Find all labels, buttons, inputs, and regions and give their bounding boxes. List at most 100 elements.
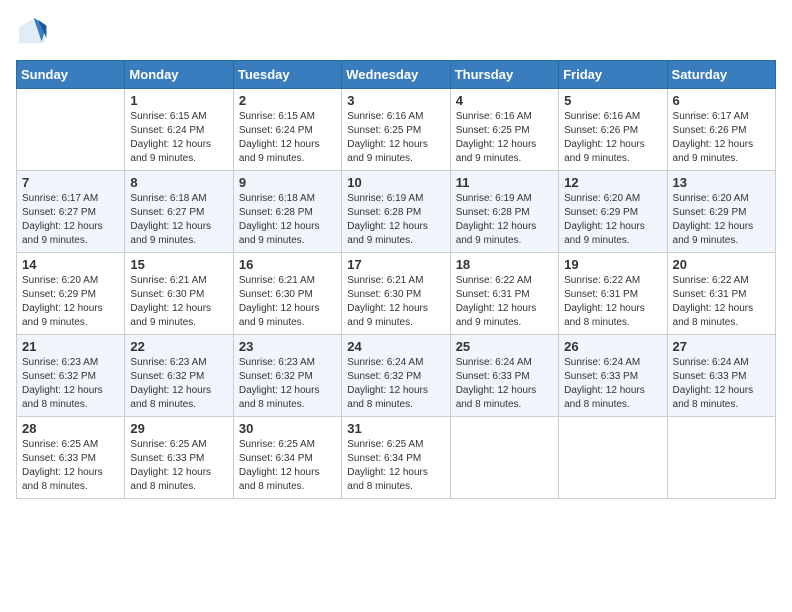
day-number: 11 — [456, 175, 553, 190]
calendar-cell: 30 Sunrise: 6:25 AMSunset: 6:34 PMDayligh… — [233, 417, 341, 499]
calendar-cell: 3 Sunrise: 6:16 AMSunset: 6:25 PMDaylight… — [342, 89, 450, 171]
header-day-tuesday: Tuesday — [233, 61, 341, 89]
calendar-table: SundayMondayTuesdayWednesdayThursdayFrid… — [16, 60, 776, 499]
calendar-cell: 1 Sunrise: 6:15 AMSunset: 6:24 PMDaylight… — [125, 89, 233, 171]
calendar-cell: 11 Sunrise: 6:19 AMSunset: 6:28 PMDayligh… — [450, 171, 558, 253]
calendar-cell: 5 Sunrise: 6:16 AMSunset: 6:26 PMDaylight… — [559, 89, 667, 171]
day-number: 27 — [673, 339, 770, 354]
calendar-cell: 13 Sunrise: 6:20 AMSunset: 6:29 PMDayligh… — [667, 171, 775, 253]
calendar-cell: 8Sunrise: 6:18 AMSunset: 6:27 PMDaylight… — [125, 171, 233, 253]
day-info: Sunrise: 6:22 AMSunset: 6:31 PMDaylight:… — [564, 274, 661, 330]
day-number: 6 — [673, 93, 770, 108]
day-number: 13 — [673, 175, 770, 190]
day-info: Sunrise: 6:24 AMSunset: 6:33 PMDaylight:… — [673, 356, 770, 412]
page-header — [16, 16, 776, 48]
header-day-thursday: Thursday — [450, 61, 558, 89]
calendar-cell — [559, 417, 667, 499]
week-row-5: 28 Sunrise: 6:25 AMSunset: 6:33 PMDayligh… — [17, 417, 776, 499]
calendar-cell: 24 Sunrise: 6:24 AMSunset: 6:32 PMDayligh… — [342, 335, 450, 417]
calendar-cell: 21Sunrise: 6:23 AMSunset: 6:32 PMDayligh… — [17, 335, 125, 417]
header-day-wednesday: Wednesday — [342, 61, 450, 89]
day-info: Sunrise: 6:18 AMSunset: 6:28 PMDaylight:… — [239, 192, 336, 248]
day-number: 14 — [22, 257, 119, 272]
day-number: 8 — [130, 175, 227, 190]
day-number: 17 — [347, 257, 444, 272]
calendar-cell — [450, 417, 558, 499]
calendar-cell: 19 Sunrise: 6:22 AMSunset: 6:31 PMDayligh… — [559, 253, 667, 335]
day-info: Sunrise: 6:20 AMSunset: 6:29 PMDaylight:… — [22, 274, 119, 330]
day-info: Sunrise: 6:24 AMSunset: 6:32 PMDaylight:… — [347, 356, 444, 412]
calendar-cell: 4 Sunrise: 6:16 AMSunset: 6:25 PMDaylight… — [450, 89, 558, 171]
week-row-4: 21Sunrise: 6:23 AMSunset: 6:32 PMDayligh… — [17, 335, 776, 417]
day-info: Sunrise: 6:24 AMSunset: 6:33 PMDaylight:… — [456, 356, 553, 412]
day-number: 23 — [239, 339, 336, 354]
day-number: 9 — [239, 175, 336, 190]
week-row-3: 14 Sunrise: 6:20 AMSunset: 6:29 PMDayligh… — [17, 253, 776, 335]
day-number: 15 — [130, 257, 227, 272]
calendar-cell: 17 Sunrise: 6:21 AMSunset: 6:30 PMDayligh… — [342, 253, 450, 335]
day-number: 10 — [347, 175, 444, 190]
logo — [16, 16, 52, 48]
calendar-cell: 28 Sunrise: 6:25 AMSunset: 6:33 PMDayligh… — [17, 417, 125, 499]
header-row: SundayMondayTuesdayWednesdayThursdayFrid… — [17, 61, 776, 89]
day-number: 22 — [130, 339, 227, 354]
header-day-monday: Monday — [125, 61, 233, 89]
day-number: 5 — [564, 93, 661, 108]
day-info: Sunrise: 6:22 AMSunset: 6:31 PMDaylight:… — [456, 274, 553, 330]
day-info: Sunrise: 6:25 AMSunset: 6:33 PMDaylight:… — [22, 438, 119, 494]
day-number: 7 — [22, 175, 119, 190]
calendar-cell: 20 Sunrise: 6:22 AMSunset: 6:31 PMDayligh… — [667, 253, 775, 335]
day-number: 4 — [456, 93, 553, 108]
header-day-sunday: Sunday — [17, 61, 125, 89]
calendar-cell: 14 Sunrise: 6:20 AMSunset: 6:29 PMDayligh… — [17, 253, 125, 335]
calendar-cell: 26 Sunrise: 6:24 AMSunset: 6:33 PMDayligh… — [559, 335, 667, 417]
day-number: 12 — [564, 175, 661, 190]
day-info: Sunrise: 6:19 AMSunset: 6:28 PMDaylight:… — [347, 192, 444, 248]
day-info: Sunrise: 6:15 AMSunset: 6:24 PMDaylight:… — [130, 110, 227, 166]
day-info: Sunrise: 6:16 AMSunset: 6:26 PMDaylight:… — [564, 110, 661, 166]
calendar-cell: 16Sunrise: 6:21 AMSunset: 6:30 PMDayligh… — [233, 253, 341, 335]
day-number: 20 — [673, 257, 770, 272]
calendar-cell: 22Sunrise: 6:23 AMSunset: 6:32 PMDayligh… — [125, 335, 233, 417]
day-info: Sunrise: 6:25 AMSunset: 6:34 PMDaylight:… — [347, 438, 444, 494]
day-number: 16 — [239, 257, 336, 272]
day-number: 24 — [347, 339, 444, 354]
day-info: Sunrise: 6:24 AMSunset: 6:33 PMDaylight:… — [564, 356, 661, 412]
calendar-cell: 15Sunrise: 6:21 AMSunset: 6:30 PMDayligh… — [125, 253, 233, 335]
calendar-cell: 18 Sunrise: 6:22 AMSunset: 6:31 PMDayligh… — [450, 253, 558, 335]
day-info: Sunrise: 6:23 AMSunset: 6:32 PMDaylight:… — [239, 356, 336, 412]
week-row-1: 1 Sunrise: 6:15 AMSunset: 6:24 PMDaylight… — [17, 89, 776, 171]
calendar-cell — [667, 417, 775, 499]
day-number: 31 — [347, 421, 444, 436]
day-info: Sunrise: 6:15 AMSunset: 6:24 PMDaylight:… — [239, 110, 336, 166]
day-number: 1 — [130, 93, 227, 108]
day-info: Sunrise: 6:19 AMSunset: 6:28 PMDaylight:… — [456, 192, 553, 248]
day-number: 25 — [456, 339, 553, 354]
day-info: Sunrise: 6:17 AMSunset: 6:27 PMDaylight:… — [22, 192, 119, 248]
day-info: Sunrise: 6:25 AMSunset: 6:33 PMDaylight:… — [130, 438, 227, 494]
calendar-cell: 29 Sunrise: 6:25 AMSunset: 6:33 PMDayligh… — [125, 417, 233, 499]
day-number: 28 — [22, 421, 119, 436]
calendar-cell: 25 Sunrise: 6:24 AMSunset: 6:33 PMDayligh… — [450, 335, 558, 417]
calendar-cell — [17, 89, 125, 171]
day-info: Sunrise: 6:16 AMSunset: 6:25 PMDaylight:… — [347, 110, 444, 166]
day-number: 18 — [456, 257, 553, 272]
day-info: Sunrise: 6:20 AMSunset: 6:29 PMDaylight:… — [564, 192, 661, 248]
calendar-cell: 2 Sunrise: 6:15 AMSunset: 6:24 PMDaylight… — [233, 89, 341, 171]
day-info: Sunrise: 6:16 AMSunset: 6:25 PMDaylight:… — [456, 110, 553, 166]
day-info: Sunrise: 6:22 AMSunset: 6:31 PMDaylight:… — [673, 274, 770, 330]
day-number: 3 — [347, 93, 444, 108]
day-number: 30 — [239, 421, 336, 436]
calendar-cell: 23 Sunrise: 6:23 AMSunset: 6:32 PMDayligh… — [233, 335, 341, 417]
calendar-cell: 7 Sunrise: 6:17 AMSunset: 6:27 PMDaylight… — [17, 171, 125, 253]
calendar-cell: 10 Sunrise: 6:19 AMSunset: 6:28 PMDayligh… — [342, 171, 450, 253]
day-info: Sunrise: 6:21 AMSunset: 6:30 PMDaylight:… — [347, 274, 444, 330]
day-number: 29 — [130, 421, 227, 436]
week-row-2: 7 Sunrise: 6:17 AMSunset: 6:27 PMDaylight… — [17, 171, 776, 253]
day-number: 26 — [564, 339, 661, 354]
day-info: Sunrise: 6:25 AMSunset: 6:34 PMDaylight:… — [239, 438, 336, 494]
day-info: Sunrise: 6:20 AMSunset: 6:29 PMDaylight:… — [673, 192, 770, 248]
header-day-saturday: Saturday — [667, 61, 775, 89]
day-number: 2 — [239, 93, 336, 108]
day-number: 19 — [564, 257, 661, 272]
